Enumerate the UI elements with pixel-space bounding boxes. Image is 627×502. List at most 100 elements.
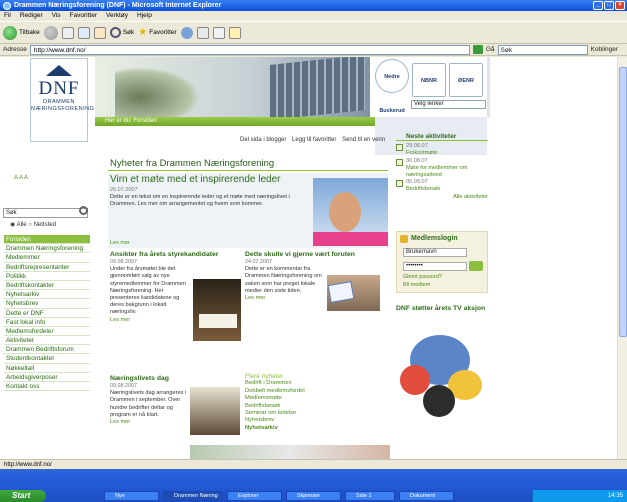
radio-all[interactable]: ◉ Alle (10, 222, 27, 228)
more-news-link[interactable]: Medlemsmøte (245, 395, 385, 402)
more-news-title: Flere nyheter (245, 373, 284, 380)
taskbar-item[interactable]: Explorer (227, 491, 282, 501)
minimize-button[interactable]: _ (593, 1, 603, 10)
nav-item[interactable]: Dette er DNF (4, 309, 90, 318)
address-input[interactable]: http://www.dnf.no/ (29, 44, 470, 55)
password-input[interactable]: •••••••• (403, 262, 467, 271)
nav-item[interactable]: Nøkkeltall (4, 364, 90, 373)
nav-item[interactable]: Drammen Næringsforening (4, 244, 90, 254)
nav-item[interactable]: Nyhetsbrev (4, 299, 90, 309)
forgot-password-link[interactable]: Glemt passord? (403, 274, 442, 280)
nav-item[interactable]: Forsiden (4, 235, 90, 245)
start-button[interactable]: Start (0, 490, 46, 502)
stop-icon[interactable] (61, 26, 74, 39)
nav-item[interactable]: Kontakt oss (4, 382, 90, 392)
menu-help[interactable]: Hjelp (137, 11, 152, 21)
nav-item[interactable]: Bedriftskontakter (4, 281, 90, 291)
event-link[interactable]: Møte for medlemmer om næringsarbeid (406, 165, 488, 179)
news-title[interactable]: Dette skulle vi gjerne vært foruten (245, 251, 385, 259)
menu-edit[interactable]: Rediger (20, 11, 43, 21)
close-button[interactable]: × (615, 1, 625, 10)
nav-item[interactable]: Aktiviteter (4, 336, 90, 346)
feature-image[interactable] (313, 178, 388, 246)
login-button[interactable] (469, 261, 483, 271)
more-news-link[interactable]: Bedrift i Drammen (245, 380, 385, 387)
nav-item[interactable]: Medlemsfordeler (4, 327, 90, 337)
links-label[interactable]: Koblinger (591, 46, 618, 53)
maximize-button[interactable]: □ (604, 1, 614, 10)
send-friend-link[interactable]: Send til en venn (342, 137, 385, 143)
go-button[interactable] (472, 45, 483, 54)
forward-button[interactable] (43, 25, 58, 40)
menu-favorites[interactable]: Favoritter (70, 11, 97, 21)
nav-item[interactable]: Bedriftsrepresentanter (4, 263, 90, 272)
feature-article: Virn et møte med et inspirerende leder 2… (108, 173, 388, 248)
bookmark-link[interactable]: Legg til favoritter (292, 137, 336, 143)
search-icon[interactable] (79, 206, 88, 215)
taskbar-item[interactable]: Side 1 (345, 491, 395, 501)
nav-item[interactable]: Arbeidsgiverposer (4, 373, 90, 382)
partner-logo[interactable]: Nedre Buskerud (375, 59, 409, 114)
taskbar-item[interactable]: Nye (104, 491, 159, 501)
home-icon[interactable] (93, 26, 106, 39)
event-date: 30.08.07 (406, 157, 428, 164)
nav-item[interactable]: Fast lokal info (4, 318, 90, 327)
footer-images (190, 445, 390, 459)
username-input[interactable]: Brukernavn (403, 248, 467, 257)
feature-title[interactable]: Virn et møte med et inspirerende leder (110, 174, 280, 185)
dnf-logo[interactable]: DNF DRAMMEN NÆRINGSFORENING (30, 58, 94, 142)
refresh-icon[interactable] (77, 26, 90, 39)
event-link[interactable]: Frokostmøte (406, 150, 488, 157)
register-link[interactable]: Bli medlem (403, 282, 430, 288)
radio-site[interactable]: ○ Nettsted (28, 222, 56, 228)
font-size-control[interactable]: A A A (14, 174, 28, 182)
search-input[interactable]: Søk (3, 208, 88, 218)
scroll-thumb[interactable] (619, 67, 627, 337)
taskbar-item[interactable]: Skjemaer (286, 491, 341, 501)
menu-view[interactable]: Vis (52, 11, 61, 21)
links-dropdown[interactable]: Velg lenker (411, 100, 486, 109)
news-photo[interactable] (327, 275, 380, 311)
print-icon[interactable] (212, 26, 225, 39)
tv-campaign-image[interactable] (398, 325, 486, 420)
menu-file[interactable]: Fil (4, 11, 11, 21)
nav-item[interactable]: Drammen Bedriftsforum (4, 345, 90, 355)
more-news-link[interactable]: Dobbelt medlemsfordel (245, 388, 385, 395)
google-search-box[interactable]: Søk (497, 44, 588, 55)
vertical-scrollbar[interactable] (617, 57, 627, 459)
news-date: 09.08.2007 (110, 383, 137, 389)
taskbar-item[interactable]: Drammen Næring (163, 491, 223, 501)
folder-icon[interactable] (228, 26, 241, 39)
news-title[interactable]: Næringslivets dag (110, 375, 190, 383)
event-date: 05.09.07 (406, 179, 428, 186)
blog-link[interactable]: Del sida i blogger (240, 137, 286, 143)
more-news-link[interactable]: Nyhetsbrev (245, 417, 385, 424)
nav-item[interactable]: Medlemmer (4, 253, 90, 263)
event-link[interactable]: Bedriftsbesøk (406, 186, 488, 193)
nav-item[interactable]: Nyhetsarkiv (4, 290, 90, 300)
feature-more-link[interactable]: Les mer (110, 240, 130, 246)
partner-logo[interactable]: NBNR (412, 63, 446, 97)
more-news-link[interactable]: Seminar om ledelse (245, 410, 385, 417)
search-button[interactable]: Søk (109, 27, 134, 38)
more-news-link[interactable]: Bedriftsbesøk (245, 403, 385, 410)
back-icon (3, 25, 17, 40)
nav-item[interactable]: Studentkontakter (4, 354, 90, 364)
news-archive-link[interactable]: Nyhetsarkiv (245, 425, 385, 432)
news-photo[interactable] (193, 279, 241, 341)
tv-campaign-title[interactable]: DNF støtter årets TV aksjon (396, 305, 488, 313)
menu-tools[interactable]: Verktøy (106, 11, 128, 21)
taskbar-item[interactable]: Dokument (399, 491, 454, 501)
news-text: Under fra årsmøtet ble det gjennomført v… (110, 266, 186, 316)
pink-band (313, 232, 388, 246)
all-activities-link[interactable]: Alle aktiviteter (396, 194, 488, 201)
news-photo[interactable] (190, 387, 240, 435)
media-icon[interactable] (180, 26, 193, 39)
favorites-button[interactable]: ★ Favoritter (138, 27, 176, 38)
news-title[interactable]: Ansikter fra årets styrekandidater (110, 251, 240, 259)
news-more-link[interactable]: Les mer (110, 419, 190, 426)
back-button[interactable]: Tilbake (3, 25, 40, 40)
mail-icon[interactable] (196, 26, 209, 39)
partner-logo[interactable]: ØENR (449, 63, 483, 97)
nav-item[interactable]: Politikk (4, 272, 90, 281)
